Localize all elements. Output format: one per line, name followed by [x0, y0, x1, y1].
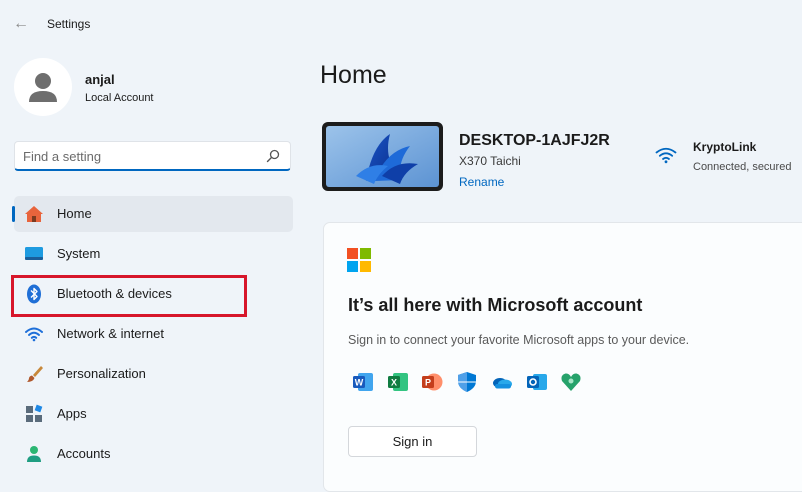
excel-icon: X: [388, 373, 408, 391]
sidebar-item-system[interactable]: System: [14, 236, 293, 272]
sidebar-item-network[interactable]: Network & internet: [14, 316, 293, 352]
back-arrow-icon: ←: [13, 15, 29, 32]
network-name[interactable]: KryptoLink: [693, 140, 756, 154]
window-title: Settings: [47, 17, 91, 31]
wallpaper-bloom-icon: [326, 126, 439, 187]
card-description: Sign in to connect your favorite Microso…: [348, 333, 690, 347]
family-icon: [561, 373, 581, 391]
paintbrush-icon: [27, 366, 43, 382]
device-name: DESKTOP-1AJFJ2R: [459, 132, 610, 149]
svg-text:X: X: [391, 378, 397, 388]
sidebar-item-label: Home: [57, 206, 92, 221]
svg-text:W: W: [355, 378, 364, 388]
search-icon[interactable]: [266, 149, 280, 163]
powerpoint-icon: P: [422, 373, 443, 391]
rename-link[interactable]: Rename: [459, 175, 504, 189]
device-thumbnail: [322, 122, 443, 191]
network-status: Connected, secured: [693, 161, 792, 173]
defender-icon: [458, 372, 476, 392]
sidebar-item-apps[interactable]: Apps: [14, 396, 293, 432]
search-input[interactable]: [23, 147, 258, 165]
wifi-icon: [25, 327, 43, 342]
device-model: X370 Taichi: [459, 154, 521, 168]
home-icon: [25, 206, 43, 222]
sidebar-item-label: Network & internet: [57, 326, 164, 341]
svg-text:P: P: [425, 378, 431, 388]
search-box[interactable]: [14, 141, 291, 171]
wifi-status-icon: [655, 147, 677, 164]
onedrive-icon: [493, 378, 512, 389]
account-type: Local Account: [85, 92, 154, 104]
outlook-icon: [527, 374, 547, 390]
sign-in-button[interactable]: Sign in: [348, 426, 477, 457]
active-indicator: [12, 206, 15, 222]
sidebar-item-label: Accounts: [57, 446, 111, 461]
avatar[interactable]: [14, 58, 72, 116]
word-icon: W: [353, 373, 373, 391]
apps-icon: [26, 404, 43, 422]
highlight-box: [11, 275, 247, 317]
card-title: It’s all here with Microsoft account: [348, 295, 643, 315]
user-name: anjal: [85, 72, 115, 87]
microsoft-logo-icon: [347, 248, 371, 272]
sidebar-item-home[interactable]: Home: [12, 196, 293, 232]
user-avatar-icon: [29, 73, 57, 102]
sidebar-item-accounts[interactable]: Accounts: [14, 436, 293, 472]
page-title: Home: [320, 61, 387, 89]
sidebar-item-label: System: [57, 246, 101, 261]
sidebar-item-label: Apps: [57, 406, 87, 421]
system-icon: [25, 247, 43, 260]
sidebar-item-label: Personalization: [57, 366, 146, 381]
person-icon: [27, 446, 41, 462]
sidebar-item-personalization[interactable]: Personalization: [14, 356, 293, 392]
back-button[interactable]: ←: [10, 14, 32, 34]
